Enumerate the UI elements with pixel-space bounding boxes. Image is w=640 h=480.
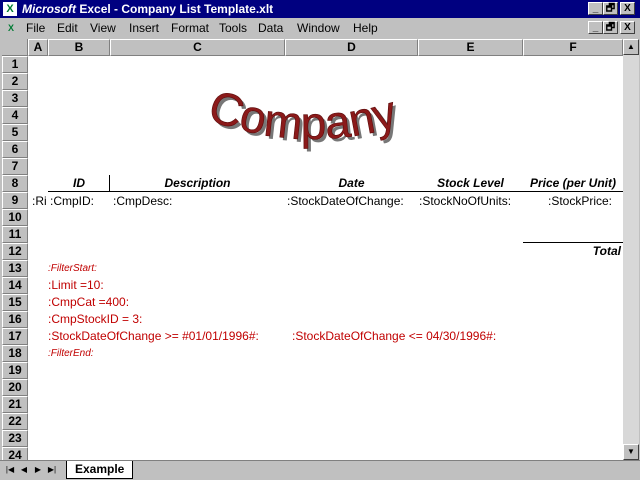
filter-date-to[interactable]: :StockDateOfChange <= 04/30/1996#: [292,329,496,343]
minimize-button[interactable]: _ [588,2,603,15]
excel-app-icon[interactable]: X [3,2,17,16]
row-header-15[interactable]: 15 [2,294,28,311]
brand-name: Microsoft [22,2,76,16]
company-list-wordart[interactable]: Company List Company List [202,59,422,169]
header-divider [109,175,110,192]
row-header-9[interactable]: 9 [2,192,28,209]
sheet-tab-bar: |◀ ◀ ▶ ▶| Example [0,460,640,480]
header-description: Description [164,176,231,190]
header-stock-level: Stock Level [437,176,504,190]
header-date: Date [338,176,365,190]
filter-cmpcat[interactable]: :CmpCat =400: [48,295,129,309]
menu-tools[interactable]: Tools [219,21,247,35]
cell-a9[interactable]: :Ri [32,194,47,208]
row-header-11[interactable]: 11 [2,226,28,243]
row-header-16[interactable]: 16 [2,311,28,328]
spreadsheet-grid[interactable]: A B C D E F 1 2 3 4 5 6 7 8 9 10 11 12 1… [2,39,623,460]
title-bar: X Microsoft Excel - Company List Templat… [0,0,640,18]
select-all-corner[interactable] [2,39,28,56]
header-underline [48,191,623,192]
menu-bar: X File Edit View Insert Format Tools Dat… [0,18,640,38]
row-header-14[interactable]: 14 [2,277,28,294]
row-header-6[interactable]: 6 [2,141,28,158]
row-header-13[interactable]: 13 [2,260,28,277]
cell-c9[interactable]: :CmpDesc: [113,194,172,208]
menu-help[interactable]: Help [353,21,378,35]
row-header-23[interactable]: 23 [2,430,28,447]
window-title: Microsoft Excel - Company List Template.… [22,2,273,16]
prev-sheet-icon[interactable]: ◀ [18,463,30,477]
menu-view[interactable]: View [90,21,116,35]
filter-limit[interactable]: :Limit =10: [48,278,104,292]
row-header-17[interactable]: 17 [2,328,28,345]
vertical-scrollbar[interactable]: ▲ ▼ [623,39,639,460]
row-header-20[interactable]: 20 [2,379,28,396]
cell-f9[interactable]: :StockPrice: [548,194,612,208]
row-header-24[interactable]: 24 [2,447,28,460]
workbook-icon[interactable]: X [4,21,18,35]
column-header-c[interactable]: C [110,39,285,56]
total-label: Total [592,244,621,258]
next-sheet-icon[interactable]: ▶ [32,463,44,477]
column-header-b[interactable]: B [48,39,110,56]
row-header-18[interactable]: 18 [2,345,28,362]
menu-file[interactable]: File [26,21,45,35]
filter-stockid[interactable]: :CmpStockID = 3: [48,312,142,326]
row-header-7[interactable]: 7 [2,158,28,175]
doc-close-button[interactable]: X [620,21,635,34]
wordart-text: Company List [202,59,415,150]
first-sheet-icon[interactable]: |◀ [4,463,16,477]
doc-restore-button[interactable]: 🗗 [603,21,618,34]
filter-date-from[interactable]: :StockDateOfChange >= #01/01/1996#: [48,329,259,343]
column-header-e[interactable]: E [418,39,523,56]
menu-data[interactable]: Data [258,21,283,35]
title-rest: Excel - Company List Template.xlt [79,2,274,16]
row-header-1[interactable]: 1 [2,56,28,73]
menu-window[interactable]: Window [297,21,340,35]
menu-insert[interactable]: Insert [129,21,159,35]
cell-e9[interactable]: :StockNoOfUnits: [419,194,511,208]
menu-edit[interactable]: Edit [57,21,78,35]
column-header-d[interactable]: D [285,39,418,56]
row-header-8[interactable]: 8 [2,175,28,192]
total-line [523,242,623,243]
scroll-down-button[interactable]: ▼ [623,444,639,460]
menu-format[interactable]: Format [171,21,209,35]
header-price: Price (per Unit) [529,176,616,190]
last-sheet-icon[interactable]: ▶| [46,463,58,477]
row-header-4[interactable]: 4 [2,107,28,124]
doc-minimize-button[interactable]: _ [588,21,603,34]
row-header-5[interactable]: 5 [2,124,28,141]
restore-button[interactable]: 🗗 [603,2,618,15]
svg-text:Company List: Company List [202,59,414,149]
close-button[interactable]: X [620,2,635,15]
row-header-12[interactable]: 12 [2,243,28,260]
row-header-21[interactable]: 21 [2,396,28,413]
scroll-track[interactable] [623,55,639,444]
header-id: ID [73,176,85,190]
cell-d9[interactable]: :StockDateOfChange: [287,194,404,208]
scroll-up-button[interactable]: ▲ [623,39,639,55]
filter-start[interactable]: :FilterStart: [48,263,97,274]
filter-end[interactable]: :FilterEnd: [48,348,94,359]
sheet-tab-example[interactable]: Example [66,461,134,479]
row-header-22[interactable]: 22 [2,413,28,430]
column-header-a[interactable]: A [28,39,48,56]
row-header-2[interactable]: 2 [2,73,28,90]
cell-b9[interactable]: :CmpID: [50,194,94,208]
row-header-3[interactable]: 3 [2,90,28,107]
row-header-10[interactable]: 10 [2,209,28,226]
column-header-f[interactable]: F [523,39,623,56]
row-header-19[interactable]: 19 [2,362,28,379]
